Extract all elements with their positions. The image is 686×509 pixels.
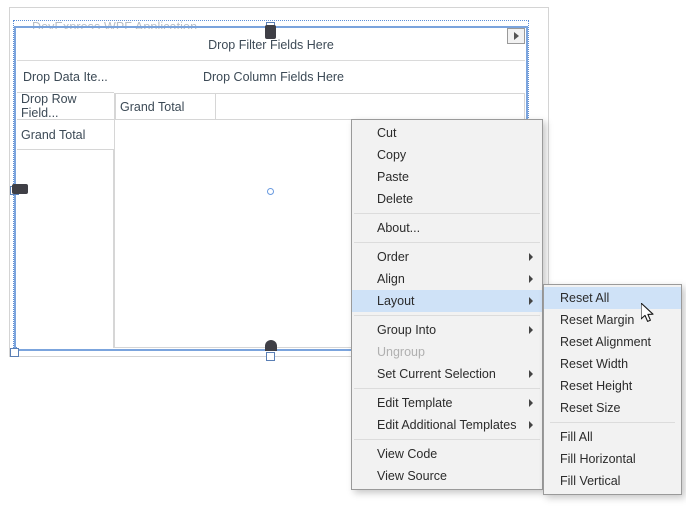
submenu-arrow-icon [529, 421, 533, 429]
margin-pin-top-icon[interactable] [265, 25, 276, 39]
pivot-filter-label: Drop Filter Fields Here [208, 37, 334, 52]
menu-item-label: About... [377, 221, 421, 235]
context-menu-item-paste[interactable]: Paste [352, 166, 542, 188]
layout-submenu-item-reset-all[interactable]: Reset All [544, 287, 681, 309]
resize-handle-bottom[interactable] [266, 352, 275, 361]
menu-item-label: View Code [377, 447, 438, 461]
context-menu-item-view-source[interactable]: View Source [352, 465, 542, 487]
menu-item-label: Align [377, 272, 405, 286]
menu-item-label: Reset Height [560, 379, 633, 393]
layout-submenu-item-reset-size[interactable]: Reset Size [544, 397, 681, 419]
menu-item-label: Reset All [560, 291, 610, 305]
pivot-row-grand-total-label: Grand Total [21, 127, 86, 142]
menu-item-label: Reset Margin [560, 313, 635, 327]
layout-submenu[interactable]: Reset All Reset Margin Reset Alignment Rese… [543, 284, 682, 495]
context-menu-separator [354, 242, 540, 243]
menu-item-label: Paste [377, 170, 409, 184]
context-menu-item-set-current-selection[interactable]: Set Current Selection [352, 363, 542, 385]
pivot-column-drop-area[interactable]: Drop Column Fields Here [114, 61, 525, 93]
menu-item-label: Set Current Selection [377, 367, 496, 381]
context-menu-item-align[interactable]: Align [352, 268, 542, 290]
layout-submenu-item-reset-margin[interactable]: Reset Margin [544, 309, 681, 331]
layout-submenu-item-fill-horizontal[interactable]: Fill Horizontal [544, 448, 681, 470]
pivot-data-label: Drop Data Ite... [23, 69, 108, 84]
context-menu[interactable]: Cut Copy Paste Delete About... Order Align Layo… [351, 119, 543, 490]
context-menu-item-about[interactable]: About... [352, 217, 542, 239]
pivot-vertical-divider [114, 93, 115, 348]
layout-submenu-separator [550, 422, 675, 423]
menu-item-label: Layout [377, 294, 415, 308]
submenu-arrow-icon [529, 275, 533, 283]
submenu-arrow-icon [529, 297, 533, 305]
context-menu-item-ungroup: Ungroup [352, 341, 542, 363]
menu-item-label: Cut [377, 126, 397, 140]
margin-pin-left-icon[interactable] [12, 184, 28, 194]
menu-item-label: Reset Width [560, 357, 629, 371]
layout-submenu-item-reset-height[interactable]: Reset Height [544, 375, 681, 397]
pivot-column-header-area [216, 93, 525, 120]
menu-item-label: Delete [377, 192, 414, 206]
context-menu-item-view-code[interactable]: View Code [352, 443, 542, 465]
submenu-arrow-icon [529, 399, 533, 407]
menu-item-label: Fill Horizontal [560, 452, 636, 466]
layout-submenu-item-reset-alignment[interactable]: Reset Alignment [544, 331, 681, 353]
layout-submenu-item-fill-all[interactable]: Fill All [544, 426, 681, 448]
menu-item-label: Edit Additional Templates [377, 418, 517, 432]
screen-root: DevExpress WPF Application Drop Filter F… [0, 0, 686, 509]
pivot-row-header-area [17, 150, 114, 348]
submenu-arrow-icon [529, 326, 533, 334]
layout-submenu-item-fill-vertical[interactable]: Fill Vertical [544, 470, 681, 492]
menu-item-label: Reset Size [560, 401, 621, 415]
anchor-dot-icon [267, 188, 274, 195]
context-menu-item-copy[interactable]: Copy [352, 144, 542, 166]
pivot-row-grand-total[interactable]: Grand Total [17, 120, 114, 150]
pivot-row-label: Drop Row Field... [21, 92, 77, 120]
submenu-arrow-icon [529, 370, 533, 378]
context-menu-item-order[interactable]: Order [352, 246, 542, 268]
menu-item-label: Fill Vertical [560, 474, 621, 488]
context-menu-separator [354, 439, 540, 440]
pivot-column-label: Drop Column Fields Here [202, 70, 345, 84]
menu-item-label: Ungroup [377, 345, 425, 359]
pivot-row-drop-area[interactable]: Drop Row Field... [17, 92, 114, 120]
context-menu-separator [354, 213, 540, 214]
context-menu-item-delete[interactable]: Delete [352, 188, 542, 210]
menu-item-label: Group Into [377, 323, 437, 337]
menu-item-label: Reset Alignment [560, 335, 652, 349]
context-menu-separator [354, 315, 540, 316]
menu-item-label: Order [377, 250, 409, 264]
layout-submenu-item-reset-width[interactable]: Reset Width [544, 353, 681, 375]
menu-item-label: Fill All [560, 430, 593, 444]
submenu-arrow-icon [529, 253, 533, 261]
resize-handle-bottom-left[interactable] [10, 348, 19, 357]
context-menu-item-layout[interactable]: Layout [352, 290, 542, 312]
context-menu-separator [354, 388, 540, 389]
context-menu-item-edit-additional-templates[interactable]: Edit Additional Templates [352, 414, 542, 436]
context-menu-item-group-into[interactable]: Group Into [352, 319, 542, 341]
chevron-right-icon [513, 32, 519, 40]
pivot-data-drop-area[interactable]: Drop Data Ite... [17, 61, 114, 93]
context-menu-item-cut[interactable]: Cut [352, 122, 542, 144]
pivot-column-grand-total-label: Grand Total [120, 99, 185, 114]
margin-pin-bottom-icon[interactable] [265, 340, 277, 351]
context-menu-item-edit-template[interactable]: Edit Template [352, 392, 542, 414]
pivot-column-grand-total[interactable]: Grand Total [115, 93, 216, 120]
menu-item-label: Edit Template [377, 396, 453, 410]
smart-tag-button[interactable] [507, 28, 525, 44]
menu-item-label: Copy [377, 148, 407, 162]
menu-item-label: View Source [377, 469, 447, 483]
